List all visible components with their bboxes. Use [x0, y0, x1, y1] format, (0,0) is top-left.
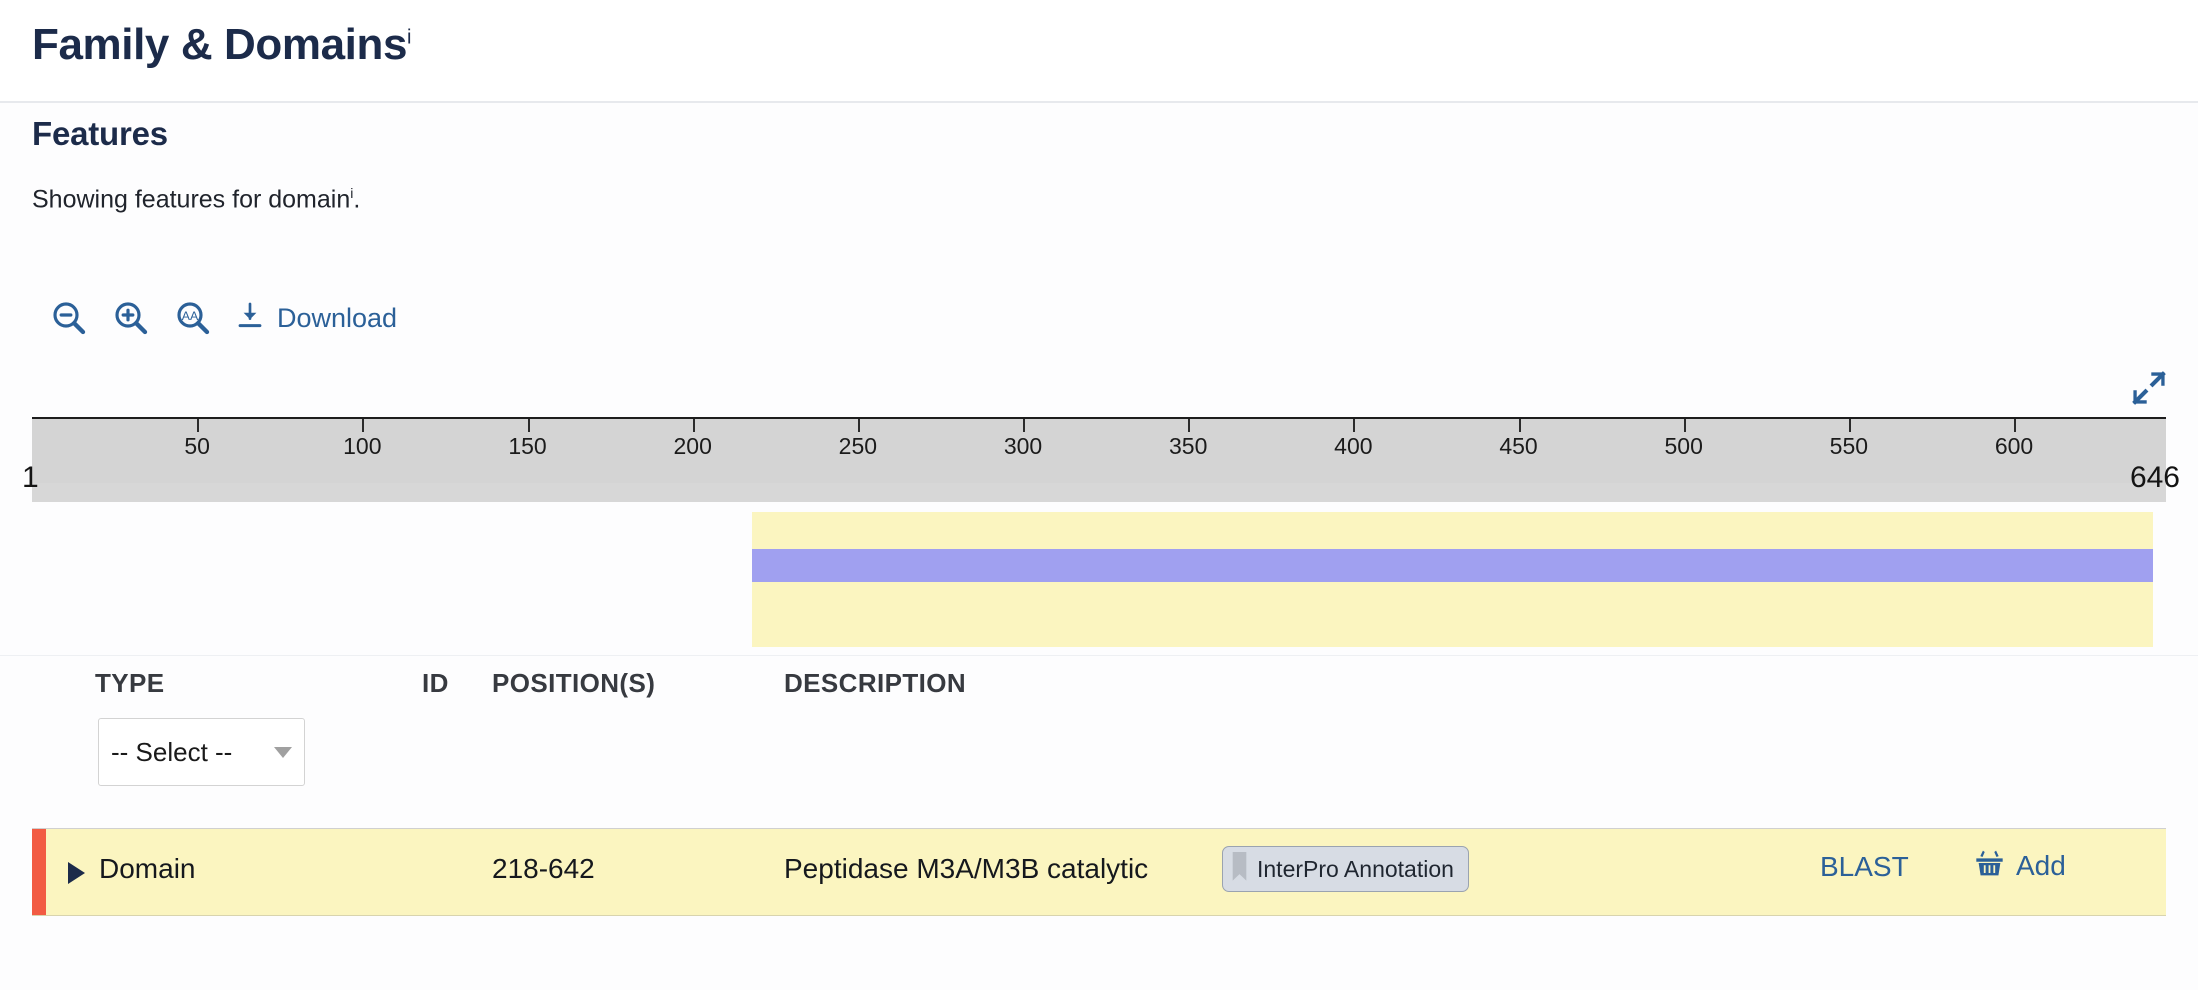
add-label: Add: [2016, 850, 2066, 881]
row-positions: 218-642: [492, 853, 595, 884]
amino-acid-zoom-button[interactable]: AA: [162, 293, 224, 343]
ruler-tick: [197, 419, 200, 432]
ruler-tick-label: 500: [1664, 433, 1703, 459]
ruler-tick-label: 200: [673, 433, 712, 459]
ruler-tick: [1188, 419, 1191, 432]
column-header-type: TYPE: [95, 668, 165, 698]
ruler-tick: [1023, 419, 1026, 432]
page-title-text: Family & Domains: [32, 20, 408, 69]
ruler-tick-label: 50: [184, 433, 210, 459]
column-header-positions: POSITION(S): [492, 668, 656, 698]
download-button[interactable]: Download: [234, 300, 397, 337]
feature-viewer-toolbar: AA Download: [38, 293, 397, 343]
download-label: Download: [277, 302, 398, 333]
svg-text:AA: AA: [182, 309, 199, 323]
ruler-start-label: 1: [22, 461, 39, 494]
interpro-annotation-label: InterPro Annotation: [1257, 855, 1454, 882]
column-header-description: DESCRIPTION: [784, 668, 967, 698]
ruler-tick-label: 600: [1994, 433, 2034, 459]
ruler-end-label: 646: [2129, 461, 2180, 494]
ruler-tick-label: 150: [508, 433, 547, 459]
expand-fullscreen-icon: [2130, 371, 2168, 411]
ruler-tick-label: 300: [1003, 433, 1043, 459]
ruler-track-lower: [32, 483, 2166, 502]
table-row[interactable]: Domain 218-642 Peptidase M3A/M3B catalyt…: [32, 828, 2166, 916]
ruler-tick: [2014, 419, 2017, 432]
ruler-tick: [1683, 419, 1686, 432]
feature-track-domain-bar[interactable]: [752, 549, 2153, 582]
zoom-out-button[interactable]: [38, 293, 100, 343]
ruler-tick-label: 250: [838, 433, 878, 459]
type-filter-value: -- Select --: [111, 736, 233, 767]
info-tooltip-icon[interactable]: i: [407, 26, 411, 48]
ruler-tick: [1518, 419, 1521, 432]
expand-fullscreen-button[interactable]: [2130, 369, 2168, 407]
family-and-domains-page: Family & Domainsi Features Showing featu…: [0, 0, 2198, 990]
ruler-tick-label: 350: [1169, 433, 1208, 459]
ruler-tick: [692, 419, 695, 432]
sequence-ruler[interactable]: 50 100 150 200 250 300 350 400 450 500 550 600 1 64…: [0, 417, 2198, 502]
amino-acid-zoom-icon: AA: [173, 298, 213, 338]
zoom-out-icon: [49, 298, 89, 338]
ruler-tick-label: 400: [1334, 433, 1373, 459]
ruler-tick: [1848, 419, 1851, 432]
row-type: Domain: [99, 853, 196, 884]
interpro-annotation-badge[interactable]: InterPro Annotation: [1222, 846, 1469, 892]
ruler-tick-label: 550: [1829, 433, 1869, 459]
blast-button[interactable]: BLAST: [1820, 851, 1909, 883]
section-header: Family & Domainsi: [0, 0, 2198, 103]
ruler-tick-label: 450: [1499, 433, 1538, 459]
chevron-down-icon: [274, 746, 292, 758]
ruler-tick: [527, 419, 530, 432]
ruler-tick-label: 100: [343, 433, 382, 459]
zoom-in-button[interactable]: [100, 293, 162, 343]
bookmark-icon: [1231, 851, 1248, 887]
features-subtitle-text: Showing features for domain: [32, 185, 351, 214]
features-subtitle-period: .: [353, 185, 361, 214]
ruler-track[interactable]: 50 100 150 200 250 300 350 400 450 500 550 600: [32, 417, 2166, 483]
ruler-tick: [362, 419, 365, 432]
column-header-id: ID: [422, 668, 449, 698]
ruler-tick: [1353, 419, 1356, 432]
row-accent-bar: [32, 829, 46, 915]
row-expand-triangle-icon[interactable]: [68, 862, 85, 884]
page-title: Family & Domainsi: [32, 20, 411, 70]
download-icon: [234, 300, 266, 337]
type-filter-select[interactable]: -- Select --: [98, 718, 305, 786]
row-description: Peptidase M3A/M3B catalytic: [784, 853, 1149, 884]
basket-icon: [1974, 848, 2005, 884]
feature-track-area: [0, 512, 2198, 647]
ruler-tick: [857, 419, 860, 432]
features-heading: Features: [32, 115, 168, 152]
add-to-basket-button[interactable]: Add: [1974, 848, 2066, 884]
features-table-header: TYPE ID POSITION(S) DESCRIPTION: [0, 655, 2198, 805]
zoom-in-icon: [111, 298, 151, 338]
features-subtitle: Showing features for domaini.: [32, 185, 360, 214]
